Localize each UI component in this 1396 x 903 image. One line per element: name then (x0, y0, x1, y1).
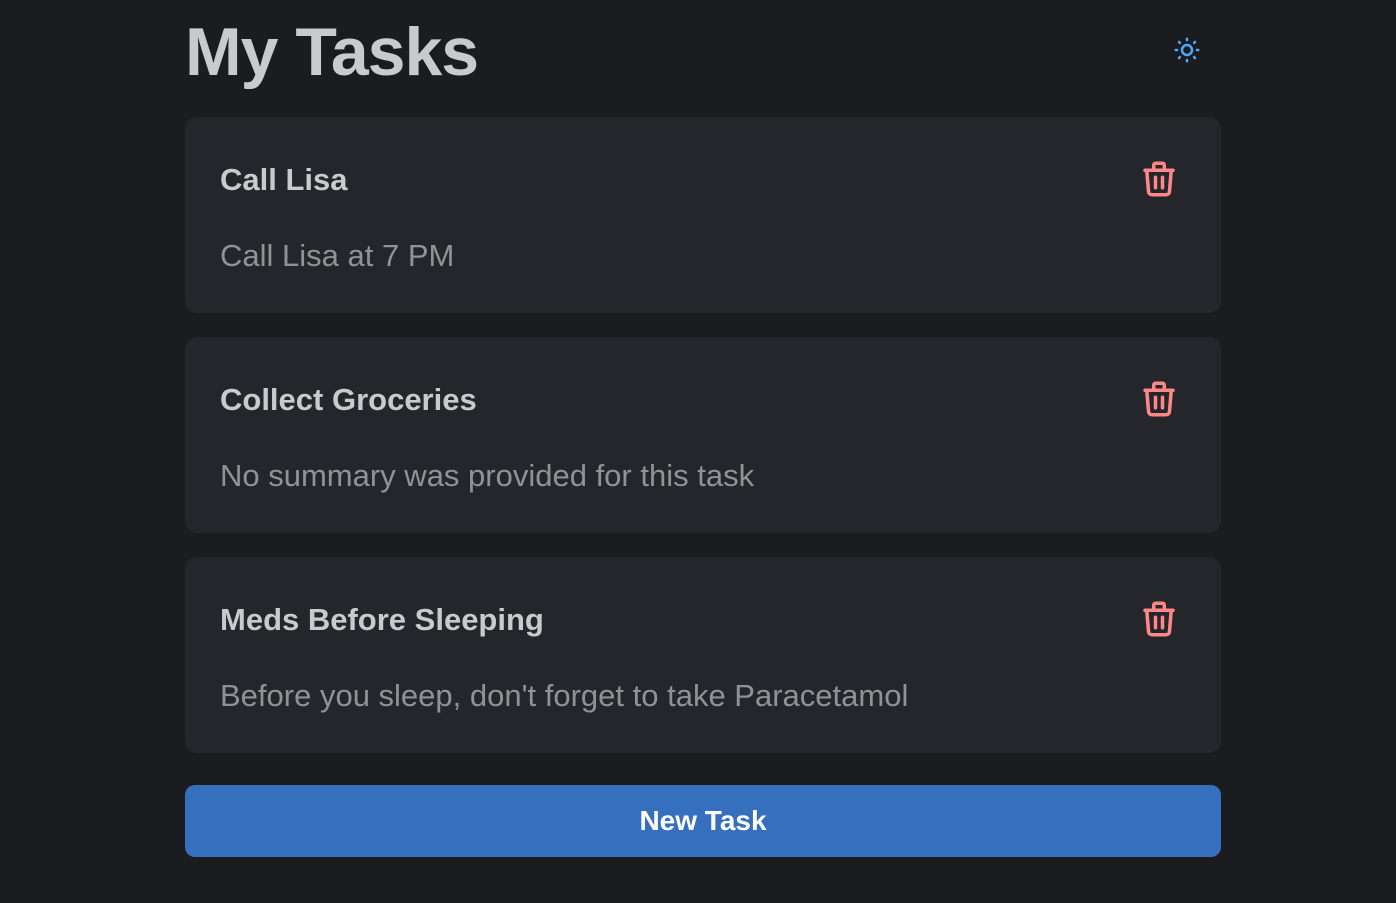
task-title: Meds Before Sleeping (220, 602, 544, 637)
trash-icon (1143, 601, 1175, 637)
delete-task-button[interactable] (1137, 377, 1181, 421)
sun-icon (1174, 37, 1200, 63)
new-task-button[interactable]: New Task (185, 785, 1221, 857)
page: My Tasks Call Lisa Call Lisa at 7 PM Col… (0, 0, 1396, 903)
task-summary: Call Lisa at 7 PM (220, 238, 455, 273)
task-summary: Before you sleep, don't forget to take P… (220, 678, 909, 713)
task-title: Call Lisa (220, 162, 348, 197)
delete-task-button[interactable] (1137, 157, 1181, 201)
trash-icon (1143, 381, 1175, 417)
theme-toggle-button[interactable] (1171, 34, 1203, 66)
task-summary: No summary was provided for this task (220, 458, 755, 493)
task-card: Meds Before Sleeping Before you sleep, d… (185, 557, 1221, 753)
new-task-label: New Task (639, 805, 767, 836)
page-title: My Tasks (185, 14, 479, 90)
delete-task-button[interactable] (1137, 597, 1181, 641)
task-card: Collect Groceries No summary was provide… (185, 337, 1221, 533)
task-title: Collect Groceries (220, 382, 477, 417)
trash-icon (1143, 161, 1175, 197)
task-card: Call Lisa Call Lisa at 7 PM (185, 117, 1221, 313)
header: My Tasks (185, 14, 1221, 94)
